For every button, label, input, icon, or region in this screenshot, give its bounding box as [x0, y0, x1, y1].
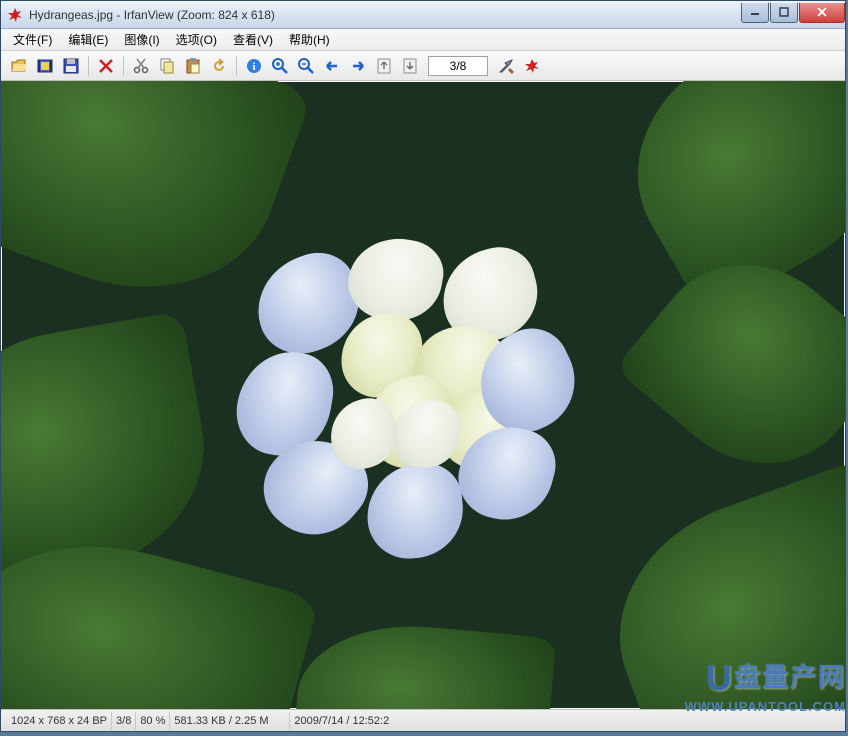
zoom-out-button[interactable]: [294, 54, 318, 78]
menu-edit[interactable]: 编辑(E): [60, 29, 116, 50]
menu-help[interactable]: 帮助(H): [281, 29, 338, 50]
about-button[interactable]: [520, 54, 544, 78]
status-filesize: 581.33 KB / 2.25 M: [170, 712, 290, 730]
folder-open-icon: [10, 57, 28, 75]
cut-button[interactable]: [129, 54, 153, 78]
save-button[interactable]: [59, 54, 83, 78]
menu-image[interactable]: 图像(I): [116, 29, 167, 50]
app-icon: [7, 7, 23, 23]
app-window: Hydrangeas.jpg - IrfanView (Zoom: 824 x …: [0, 0, 846, 732]
status-dimensions: 1024 x 768 x 24 BP: [7, 712, 112, 730]
zoom-in-button[interactable]: [268, 54, 292, 78]
delete-x-icon: [97, 57, 115, 75]
page-down-icon: [401, 57, 419, 75]
window-title: Hydrangeas.jpg - IrfanView (Zoom: 824 x …: [29, 8, 740, 22]
separator: [236, 56, 237, 76]
close-button[interactable]: [799, 3, 845, 23]
toolbar: i: [1, 51, 845, 81]
next-button[interactable]: [346, 54, 370, 78]
next-page-button[interactable]: [398, 54, 422, 78]
minimize-button[interactable]: [741, 3, 769, 23]
watermark-url: WWW.UPANTOOL.COM: [685, 699, 846, 714]
page-up-icon: [375, 57, 393, 75]
zoom-in-icon: [271, 57, 289, 75]
prev-page-button[interactable]: [372, 54, 396, 78]
floppy-icon: [62, 57, 80, 75]
watermark-brand: U盘量产网: [685, 657, 846, 699]
separator: [88, 56, 89, 76]
menu-view[interactable]: 查看(V): [225, 29, 281, 50]
irfanview-icon: [523, 57, 541, 75]
window-controls: [740, 3, 845, 23]
film-icon: [36, 57, 54, 75]
undo-icon: [210, 57, 228, 75]
clipboard-icon: [184, 57, 202, 75]
displayed-image: [2, 82, 844, 708]
arrow-left-icon: [323, 57, 341, 75]
status-position: 3/8: [112, 712, 136, 730]
image-viewport[interactable]: [1, 81, 845, 709]
undo-button[interactable]: [207, 54, 231, 78]
paste-button[interactable]: [181, 54, 205, 78]
tools-icon: [497, 57, 515, 75]
slideshow-button[interactable]: [33, 54, 57, 78]
scissors-icon: [132, 57, 150, 75]
maximize-button[interactable]: [770, 3, 798, 23]
open-button[interactable]: [7, 54, 31, 78]
status-datetime: 2009/7/14 / 12:52:2: [290, 712, 393, 730]
menubar: 文件(F) 编辑(E) 图像(I) 选项(O) 查看(V) 帮助(H): [1, 29, 845, 51]
prev-button[interactable]: [320, 54, 344, 78]
status-zoom: 80 %: [136, 712, 170, 730]
zoom-out-icon: [297, 57, 315, 75]
copy-icon: [158, 57, 176, 75]
svg-text:i: i: [252, 61, 255, 73]
menu-file[interactable]: 文件(F): [5, 29, 60, 50]
copy-button[interactable]: [155, 54, 179, 78]
info-button[interactable]: i: [242, 54, 266, 78]
position-input[interactable]: [428, 56, 488, 76]
arrow-right-icon: [349, 57, 367, 75]
settings-button[interactable]: [494, 54, 518, 78]
info-icon: i: [245, 57, 263, 75]
separator: [123, 56, 124, 76]
watermark: U盘量产网 WWW.UPANTOOL.COM: [685, 657, 846, 714]
titlebar[interactable]: Hydrangeas.jpg - IrfanView (Zoom: 824 x …: [1, 1, 845, 29]
menu-options[interactable]: 选项(O): [168, 29, 225, 50]
delete-button[interactable]: [94, 54, 118, 78]
